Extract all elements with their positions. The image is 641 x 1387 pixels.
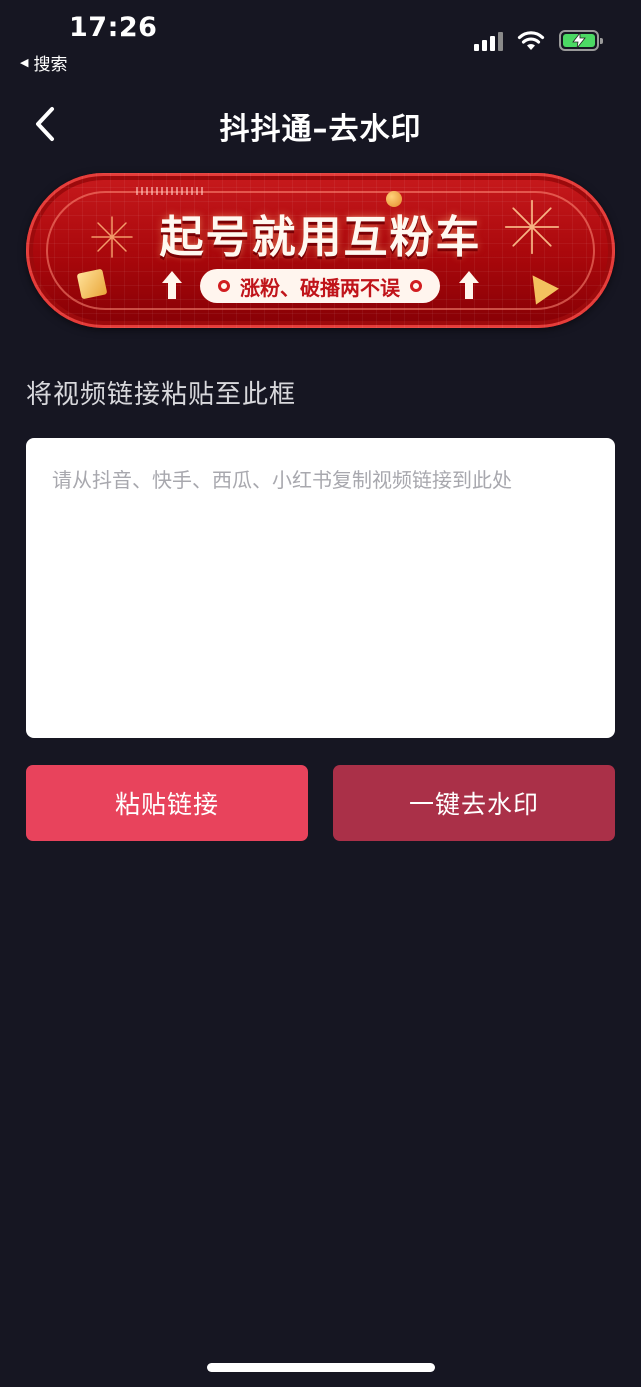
pill-dot-icon <box>218 280 230 292</box>
input-prompt-label: 将视频链接粘贴至此框 <box>26 380 297 410</box>
decor-gift-icon <box>76 268 108 300</box>
back-triangle-icon: ◀ <box>20 56 29 69</box>
battery-charging-icon <box>559 30 603 51</box>
status-icons <box>474 30 603 51</box>
page-title: 抖抖通–去水印 <box>219 112 422 147</box>
status-back-label: 搜索 <box>33 55 68 75</box>
pill-dot-icon <box>410 280 422 292</box>
promo-banner[interactable]: 起号就用互粉车 涨粉、破播两不误 <box>26 173 615 328</box>
banner-stripes <box>136 187 206 195</box>
remove-watermark-button[interactable]: 一键去水印 <box>333 765 615 841</box>
cellular-signal-icon <box>474 31 503 51</box>
wifi-icon <box>517 31 545 50</box>
arrow-up-icon <box>459 271 479 299</box>
home-indicator[interactable] <box>207 1363 435 1372</box>
video-link-input[interactable] <box>26 438 615 738</box>
paste-link-button[interactable]: 粘贴链接 <box>26 765 308 841</box>
banner-pill: 涨粉、破播两不误 <box>200 269 440 303</box>
status-back-link[interactable]: ◀ 搜索 <box>20 50 67 75</box>
banner-headline: 起号就用互粉车 <box>159 212 482 263</box>
status-time: 17:26 <box>69 12 158 43</box>
arrow-up-icon <box>162 271 182 299</box>
banner-pill-text: 涨粉、破播两不误 <box>240 275 400 300</box>
